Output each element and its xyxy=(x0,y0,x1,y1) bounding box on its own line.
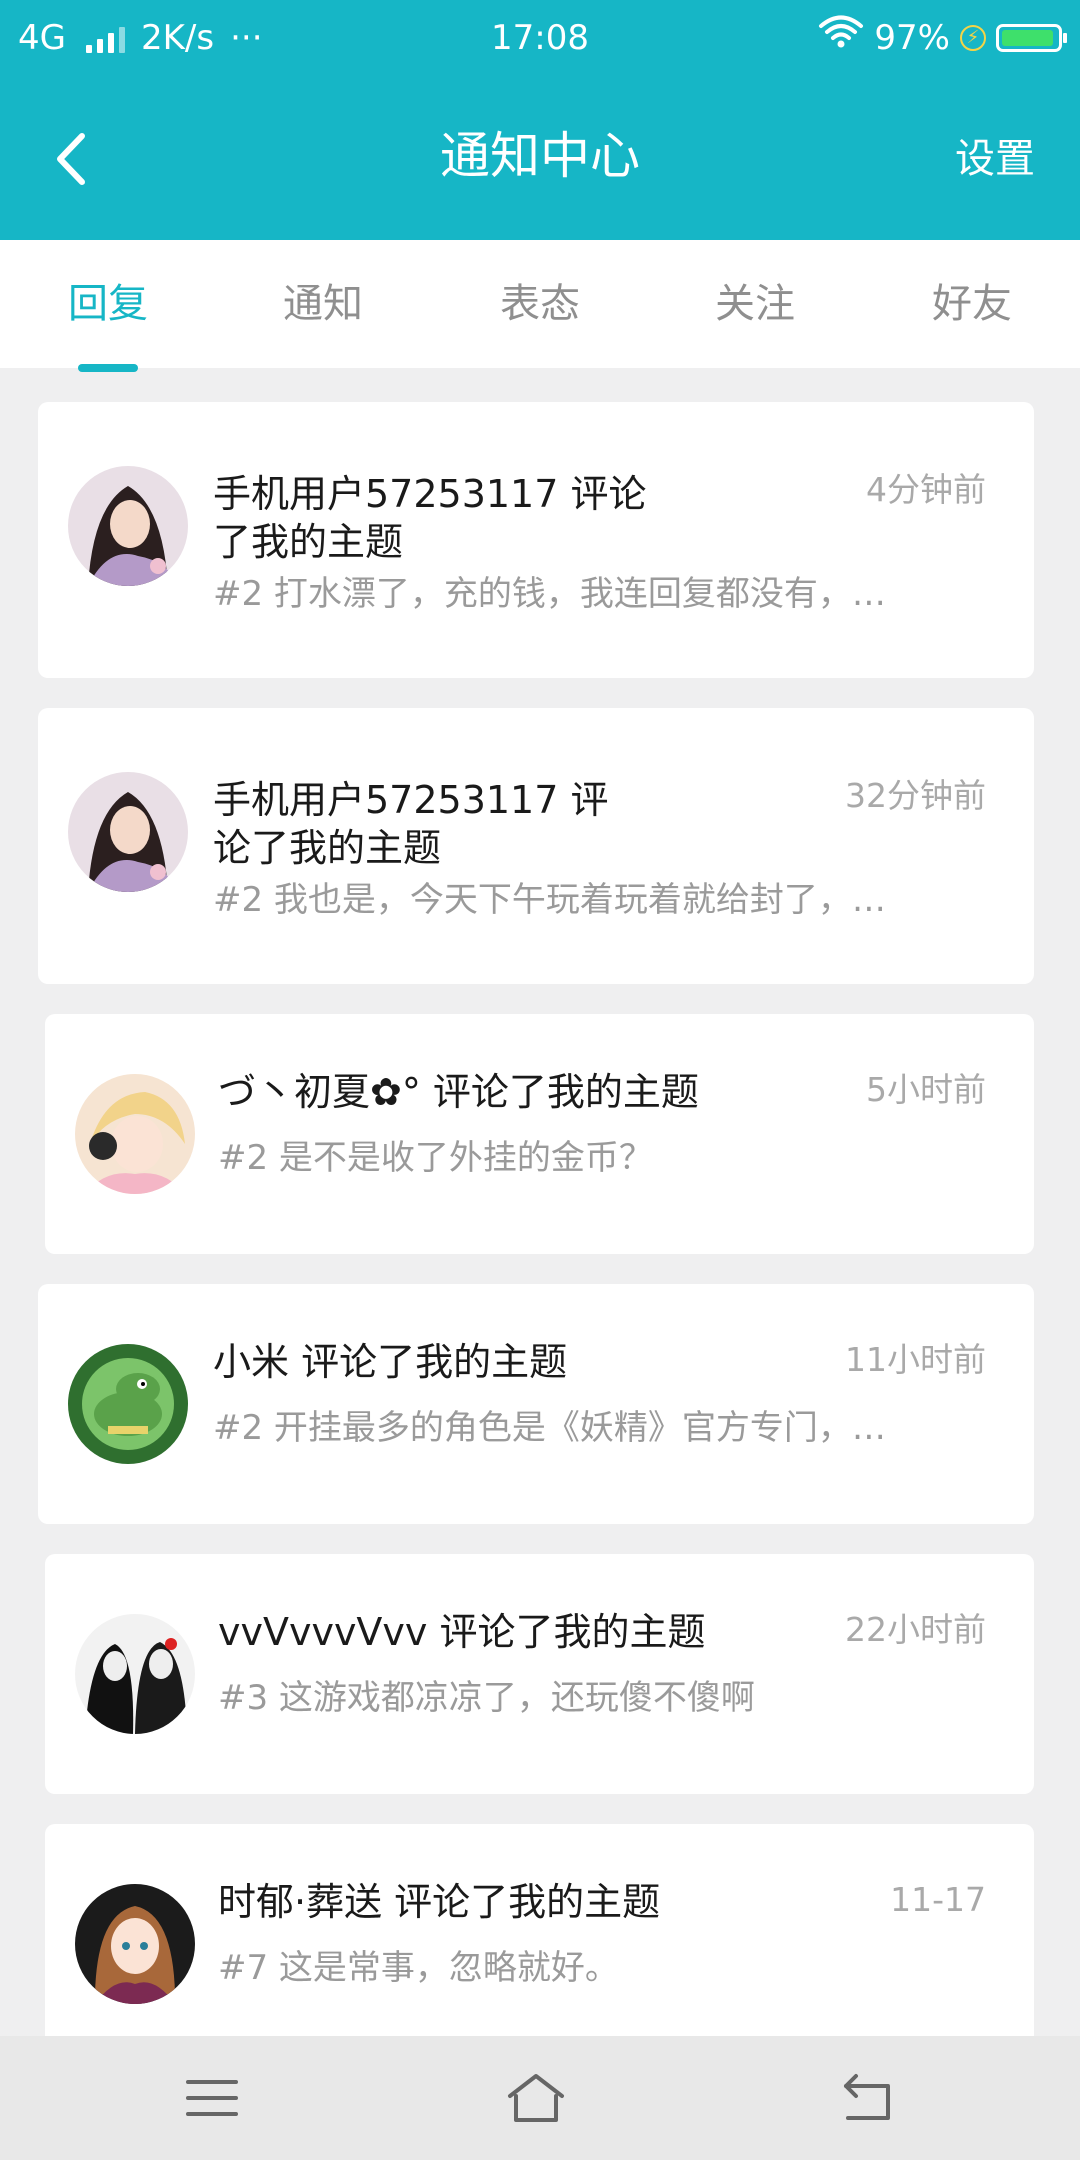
notification-title: 时郁·葬送 评论了我的主题 xyxy=(218,1880,661,1924)
charging-icon: ⚡ xyxy=(960,25,986,51)
notification-time: 32分钟前 xyxy=(845,776,986,815)
home-icon xyxy=(508,2074,564,2122)
notification-card[interactable]: 时郁·葬送 评论了我的主题 11-17 #7 这是常事，忽略就好。 xyxy=(45,1824,1034,2064)
wifi-icon xyxy=(818,0,864,76)
battery-percent: 97% xyxy=(874,18,950,58)
system-nav-bar xyxy=(0,2036,1080,2160)
notification-card[interactable]: vvVvvvVvv 评论了我的主题 22小时前 #3 这游戏都凉凉了，还玩傻不傻… xyxy=(45,1554,1034,1794)
notification-snippet: #2 我也是，今天下午玩着玩着就给封了，… xyxy=(213,880,886,920)
settings-button[interactable]: 设置 xyxy=(955,134,1035,184)
notification-time: 22小时前 xyxy=(845,1610,986,1649)
menu-button[interactable] xyxy=(182,2068,242,2128)
avatar[interactable] xyxy=(75,1614,195,1734)
notification-snippet: #2 开挂最多的角色是《妖精》官方专门，… xyxy=(213,1408,886,1448)
notification-card[interactable]: 手机用户57253117 评论了我的主题 32分钟前 #2 我也是，今天下午玩着… xyxy=(38,708,1034,984)
notification-title: vvVvvvVvv 评论了我的主题 xyxy=(218,1610,706,1654)
notification-title: 小米 评论了我的主题 xyxy=(213,1340,568,1384)
avatar[interactable] xyxy=(68,772,188,892)
notification-snippet: #3 这游戏都凉凉了，还玩傻不傻啊 xyxy=(218,1678,755,1718)
notification-card[interactable]: 手机用户57253117 评论了我的主题 4分钟前 #2 打水漂了，充的钱，我连… xyxy=(38,402,1034,678)
menu-icon xyxy=(186,2080,238,2116)
notification-time: 11小时前 xyxy=(845,1340,986,1379)
battery-icon xyxy=(996,24,1067,52)
return-icon xyxy=(844,2074,890,2120)
tab-follow[interactable]: 关注 xyxy=(665,240,845,368)
back-nav-button[interactable] xyxy=(838,2068,898,2128)
avatar[interactable] xyxy=(75,1074,195,1194)
title-bar: 通知中心 设置 xyxy=(0,76,1080,240)
app-header: 4G 2K/s ··· 17:08 97% ⚡ 通知中心 设置 xyxy=(0,0,1080,240)
notification-time: 4分钟前 xyxy=(866,470,986,509)
tab-notice[interactable]: 通知 xyxy=(233,240,413,368)
tab-bar: 回复 通知 表态 关注 好友 xyxy=(0,240,1080,368)
notification-title: 手机用户57253117 评论了我的主题 xyxy=(213,778,609,870)
tab-friends[interactable]: 好友 xyxy=(882,240,1062,368)
avatar[interactable] xyxy=(75,1884,195,2004)
notification-snippet: #2 是不是收了外挂的金币？ xyxy=(218,1138,653,1178)
notification-card[interactable]: づ丶初夏✿° 评论了我的主题 5小时前 #2 是不是收了外挂的金币？ xyxy=(45,1014,1034,1254)
avatar[interactable] xyxy=(68,466,188,586)
tab-indicator xyxy=(78,364,138,372)
tab-reaction[interactable]: 表态 xyxy=(450,240,630,368)
notification-title: 手机用户57253117 评论了我的主题 xyxy=(213,472,647,564)
notification-title: づ丶初夏✿° 评论了我的主题 xyxy=(218,1070,699,1114)
tab-reply[interactable]: 回复 xyxy=(18,240,198,368)
notification-card[interactable]: 小米 评论了我的主题 11小时前 #2 开挂最多的角色是《妖精》官方专门，… xyxy=(38,1284,1034,1524)
notification-snippet: #2 打水漂了，充的钱，我连回复都没有，… xyxy=(213,574,886,614)
notification-snippet: #7 这是常事，忽略就好。 xyxy=(218,1948,619,1988)
home-button[interactable] xyxy=(506,2068,566,2128)
avatar[interactable] xyxy=(68,1344,188,1464)
notification-time: 5小时前 xyxy=(866,1070,986,1109)
page-title: 通知中心 xyxy=(440,127,640,185)
notification-time: 11-17 xyxy=(890,1880,986,1919)
status-bar: 4G 2K/s ··· 17:08 97% ⚡ xyxy=(0,0,1080,76)
